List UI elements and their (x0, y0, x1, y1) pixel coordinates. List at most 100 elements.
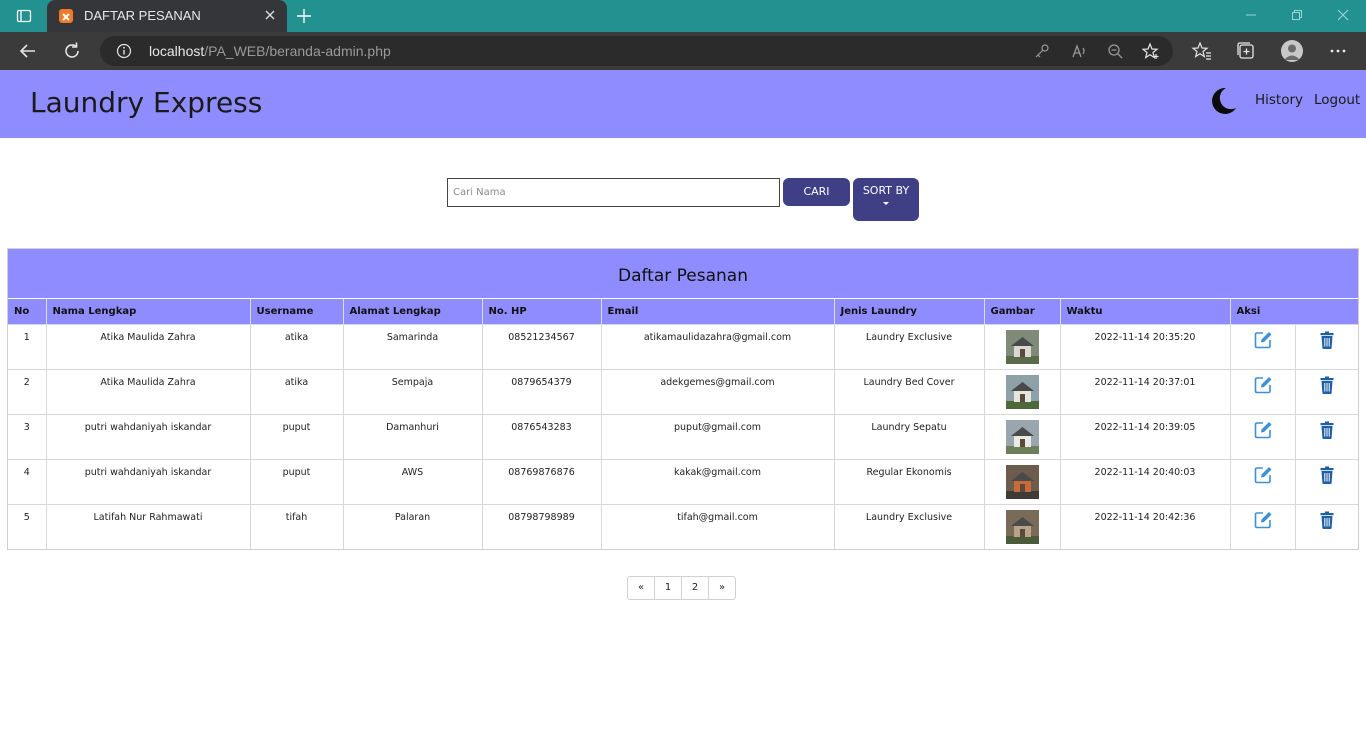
cell-username: tifah (250, 503, 344, 549)
page-next-button[interactable]: » (708, 576, 736, 600)
cell-nama: Atika Maulida Zahra (46, 323, 251, 369)
col-header-aksi: Aksi (1230, 299, 1358, 324)
cell-no: 5 (8, 503, 47, 549)
col-header-alamat: Alamat Lengkap (343, 299, 483, 324)
tab-close-icon[interactable] (261, 6, 279, 24)
cell-jenis: Laundry Exclusive (834, 323, 985, 369)
browser-toolbar: localhost/PA_WEB/beranda-admin.php (0, 32, 1366, 70)
more-menu-icon[interactable] (1327, 40, 1349, 62)
cell-alamat: Damanhuri (343, 413, 483, 459)
house-thumbnail[interactable] (1005, 374, 1039, 409)
cell-waktu: 2022-11-14 20:35:20 (1060, 323, 1231, 369)
minimize-icon[interactable] (1242, 6, 1260, 24)
collections-icon[interactable] (1235, 40, 1257, 62)
cell-username: atika (250, 368, 344, 414)
edit-icon[interactable] (1253, 510, 1273, 530)
page-1-button[interactable]: 1 (654, 576, 682, 600)
cell-delete (1295, 323, 1358, 369)
cell-nama: Atika Maulida Zahra (46, 368, 251, 414)
site-info-icon[interactable] (116, 43, 132, 59)
url-text: localhost/PA_WEB/beranda-admin.php (149, 43, 391, 59)
cell-edit (1230, 368, 1296, 414)
table-title: Daftar Pesanan (8, 249, 1358, 299)
cell-gambar (984, 323, 1061, 369)
col-header-gambar: Gambar (984, 299, 1061, 324)
house-thumbnail[interactable] (1005, 419, 1039, 454)
window-close-icon[interactable] (1334, 6, 1352, 24)
orders-table: No Nama Lengkap Username Alamat Lengkap … (8, 299, 1358, 549)
table-row: 5 Latifah Nur Rahmawati tifah Palaran 087987… (8, 503, 1358, 549)
edit-icon[interactable] (1253, 420, 1273, 440)
restore-icon[interactable] (1288, 6, 1306, 24)
table-row: 2 Atika Maulida Zahra atika Sempaja 08796543… (8, 368, 1358, 414)
cell-delete (1295, 458, 1358, 504)
key-icon[interactable] (1033, 42, 1051, 60)
moon-icon[interactable] (1210, 86, 1238, 116)
cell-edit (1230, 503, 1296, 549)
sort-by-label: SORT BY (862, 184, 910, 197)
cell-email: tifah@gmail.com (601, 503, 835, 549)
table-row: 4 putri wahdaniyah iskandar puput AWS 087698… (8, 458, 1358, 504)
cell-waktu: 2022-11-14 20:39:05 (1060, 413, 1231, 459)
read-aloud-icon[interactable] (1070, 42, 1088, 60)
cell-hp: 08521234567 (482, 323, 602, 369)
nav-history-link[interactable]: History (1255, 92, 1303, 108)
new-tab-icon[interactable] (294, 6, 314, 26)
edit-icon[interactable] (1253, 375, 1273, 395)
address-bar[interactable]: localhost/PA_WEB/beranda-admin.php (100, 36, 1173, 66)
cell-hp: 08769876876 (482, 458, 602, 504)
cell-username: atika (250, 323, 344, 369)
cell-hp: 0876543283 (482, 413, 602, 459)
xampp-favicon-icon (59, 9, 73, 23)
zoom-out-icon[interactable] (1106, 42, 1124, 60)
url-path: /PA_WEB/beranda-admin.php (204, 43, 391, 59)
cell-jenis: Laundry Sepatu (834, 413, 985, 459)
tab-title: DAFTAR PESANAN (84, 8, 201, 23)
profile-avatar[interactable] (1281, 40, 1303, 62)
col-header-no: No (8, 299, 47, 324)
cell-username: puput (250, 458, 344, 504)
url-host: localhost (149, 43, 205, 59)
house-thumbnail[interactable] (1005, 329, 1039, 364)
tab-actions-icon[interactable] (10, 7, 38, 25)
page-2-button[interactable]: 2 (681, 576, 709, 600)
edit-icon[interactable] (1253, 465, 1273, 485)
house-thumbnail[interactable] (1005, 509, 1039, 544)
cell-email: adekgemes@gmail.com (601, 368, 835, 414)
cell-edit (1230, 323, 1296, 369)
trash-icon[interactable] (1317, 420, 1337, 440)
cell-alamat: Palaran (343, 503, 483, 549)
cell-hp: 08798798989 (482, 503, 602, 549)
browser-tab[interactable]: DAFTAR PESANAN (47, 0, 287, 32)
refresh-icon[interactable] (61, 40, 83, 62)
sort-by-button[interactable]: SORT BY (853, 178, 919, 221)
cell-alamat: Samarinda (343, 323, 483, 369)
back-icon[interactable] (17, 40, 39, 62)
nav-logout-link[interactable]: Logout (1314, 92, 1360, 108)
cell-email: puput@gmail.com (601, 413, 835, 459)
cell-no: 4 (8, 458, 47, 504)
cell-waktu: 2022-11-14 20:37:01 (1060, 368, 1231, 414)
cell-edit (1230, 413, 1296, 459)
cell-nama: putri wahdaniyah iskandar (46, 458, 251, 504)
table-header-row: No Nama Lengkap Username Alamat Lengkap … (8, 299, 1358, 324)
house-thumbnail[interactable] (1005, 464, 1039, 499)
trash-icon[interactable] (1317, 510, 1337, 530)
page-prev-button[interactable]: « (627, 576, 655, 600)
trash-icon[interactable] (1317, 375, 1337, 395)
edit-icon[interactable] (1253, 330, 1273, 350)
page: Laundry Express History Logout CARI SORT… (0, 70, 1366, 738)
trash-icon[interactable] (1317, 330, 1337, 350)
cell-waktu: 2022-11-14 20:40:03 (1060, 458, 1231, 504)
cell-delete (1295, 413, 1358, 459)
search-button[interactable]: CARI (783, 178, 850, 206)
cell-edit (1230, 458, 1296, 504)
col-header-nama: Nama Lengkap (46, 299, 251, 324)
add-favorite-icon[interactable] (1141, 42, 1160, 60)
col-header-email: Email (601, 299, 835, 324)
col-header-hp: No. HP (482, 299, 602, 324)
trash-icon[interactable] (1317, 465, 1337, 485)
search-input[interactable] (447, 178, 780, 207)
favorites-icon[interactable] (1191, 40, 1213, 62)
cell-gambar (984, 413, 1061, 459)
